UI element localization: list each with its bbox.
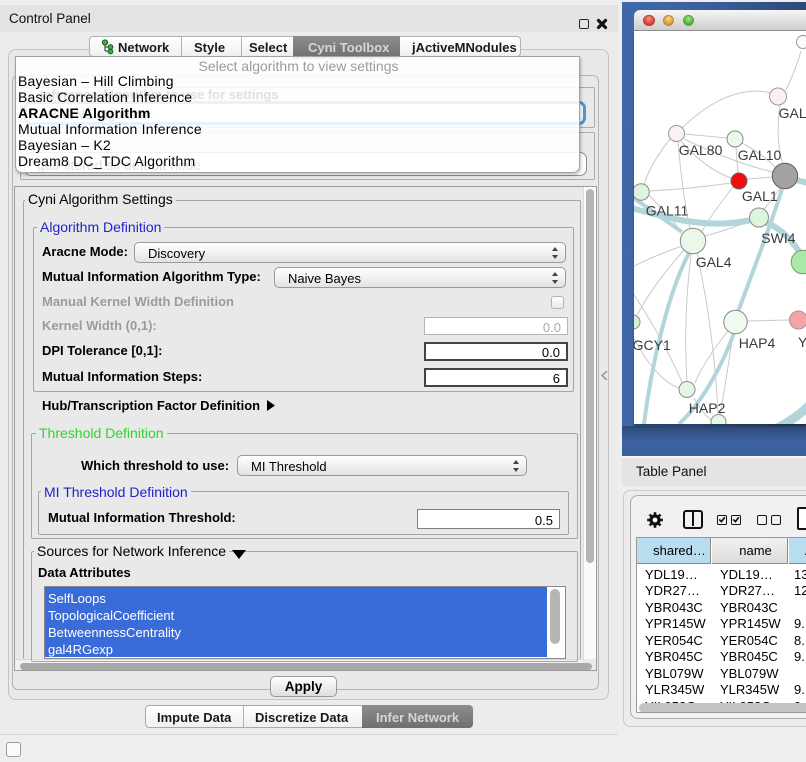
svg-text:GAL10: GAL10 (738, 147, 782, 163)
svg-text:HAP4: HAP4 (739, 335, 776, 351)
svg-text:GCY1: GCY1 (634, 337, 671, 353)
svg-text:Y: Y (798, 334, 806, 350)
svg-text:GAL4: GAL4 (696, 254, 732, 270)
svg-text:GAL11: GAL11 (646, 203, 689, 219)
svg-text:GAL80: GAL80 (679, 142, 723, 158)
svg-text:GAL: GAL (779, 105, 806, 121)
svg-text:SWI4: SWI4 (761, 230, 795, 246)
svg-text:GAL1: GAL1 (742, 188, 778, 204)
svg-text:HAP2: HAP2 (689, 400, 726, 416)
